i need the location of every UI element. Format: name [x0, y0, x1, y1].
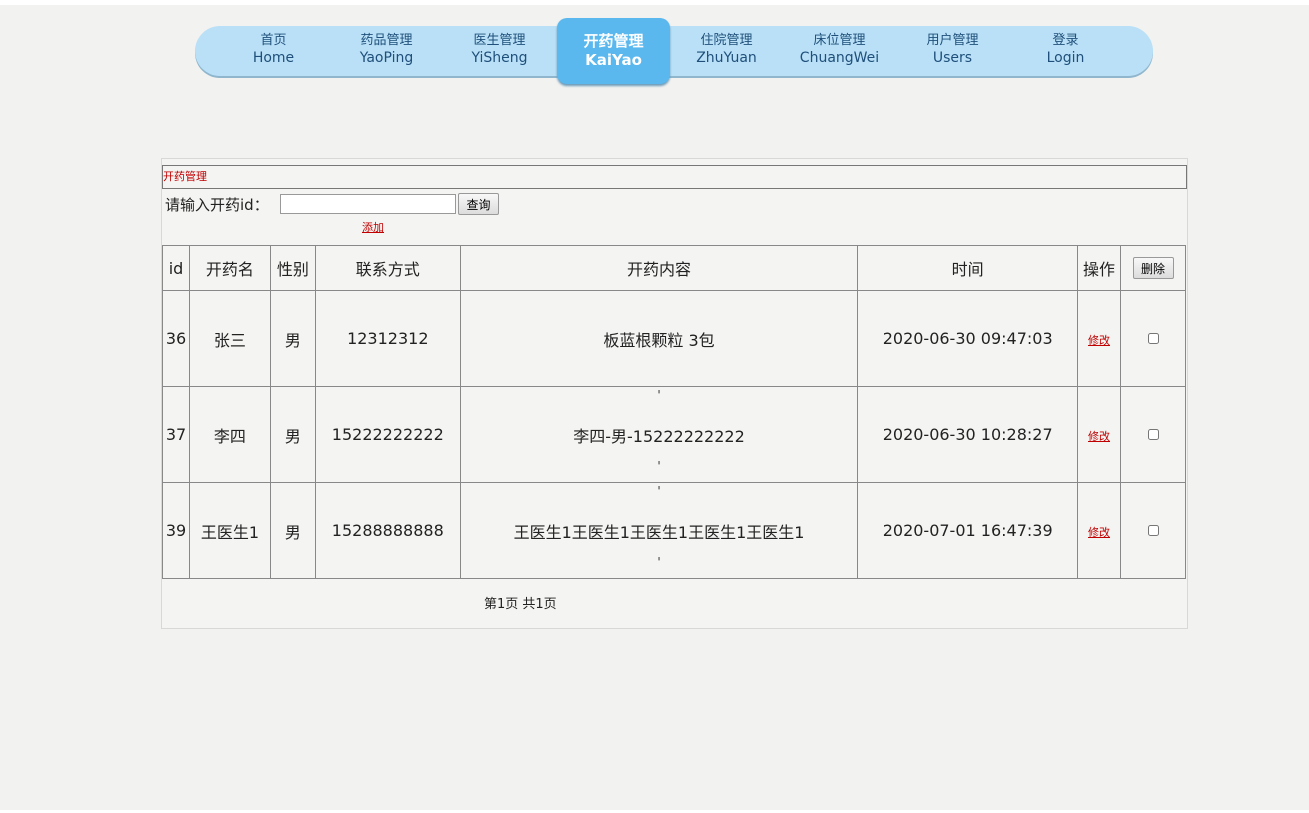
- header-phone: 联系方式: [314, 245, 461, 291]
- cell-select: [1120, 482, 1186, 579]
- cell-select: [1120, 290, 1186, 387]
- prescription-table: id 开药名 性别 联系方式 开药内容 时间 操作 删除 36 张三 男 123…: [162, 245, 1186, 579]
- nav-label-cn: 医生管理: [473, 33, 526, 48]
- header-delete: 删除: [1120, 245, 1186, 291]
- top-strip: [0, 0, 1309, 5]
- nav-item-zhuyuan[interactable]: 住院管理 ZhuYuan: [670, 26, 783, 76]
- cell-action: 修改: [1077, 290, 1121, 387]
- cell-gender: 男: [269, 290, 316, 387]
- cell-content: ' 王医生1王医生1王医生1王医生1王医生1 ': [459, 482, 859, 579]
- cell-time: 2020-06-30 10:28:27: [857, 386, 1079, 483]
- nav-label-en: Login: [1046, 50, 1085, 66]
- cell-time: 2020-06-30 09:47:03: [857, 290, 1079, 387]
- edit-link[interactable]: 修改: [1088, 430, 1110, 443]
- add-link[interactable]: 添加: [362, 219, 384, 235]
- nav-label-cn: 药品管理: [360, 33, 413, 48]
- table-header-row: id 开药名 性别 联系方式 开药内容 时间 操作 删除: [162, 245, 1186, 291]
- nav-label-en: YaoPing: [359, 50, 414, 66]
- edit-link[interactable]: 修改: [1088, 334, 1110, 347]
- nav-item-yaoping[interactable]: 药品管理 YaoPing: [330, 26, 443, 76]
- nav-label-en: YiSheng: [471, 50, 528, 66]
- cell-id: 36: [162, 290, 190, 387]
- cell-content: ' 李四-男-15222222222 ': [459, 386, 859, 483]
- cell-gender: 男: [269, 386, 316, 483]
- nav-item-users[interactable]: 用户管理 Users: [896, 26, 1009, 76]
- prescription-panel: 开药管理 请输入开药id： 查询 添加 id 开药名 性别 联系方式 开药内容 …: [161, 158, 1188, 629]
- main-navigation: 首页 Home 药品管理 YaoPing 医生管理 YiSheng 开药管理 K…: [195, 18, 1153, 84]
- cell-content: 板蓝根颗粒 3包: [459, 290, 859, 387]
- quote-mark-top: ': [657, 484, 661, 498]
- cell-name: 王医生1: [188, 482, 271, 579]
- header-time: 时间: [857, 245, 1079, 291]
- nav-item-home[interactable]: 首页 Home: [217, 26, 330, 76]
- cell-name: 李四: [188, 386, 271, 483]
- table-row: 37 李四 男 15222222222 ' 李四-男-15222222222 '…: [162, 386, 1186, 483]
- nav-label-cn: 住院管理: [700, 33, 753, 48]
- edit-link[interactable]: 修改: [1088, 526, 1110, 539]
- nav-label-en: ChuangWei: [799, 50, 880, 66]
- cell-content-text: 李四-男-15222222222: [573, 426, 745, 446]
- quote-mark-top: ': [657, 388, 661, 402]
- cell-name: 张三: [188, 290, 271, 387]
- pagination-info: 第1页 共1页: [484, 597, 557, 612]
- cell-id: 39: [162, 482, 190, 579]
- header-gender: 性别: [269, 245, 316, 291]
- cell-phone: 12312312: [314, 290, 461, 387]
- quote-mark-bottom: ': [657, 459, 661, 473]
- panel-title: 开药管理: [162, 165, 1187, 189]
- header-id: id: [162, 245, 190, 291]
- query-button[interactable]: 查询: [458, 193, 499, 215]
- row-select-checkbox[interactable]: [1147, 429, 1159, 440]
- table-row: 36 张三 男 12312312 板蓝根颗粒 3包 2020-06-30 09:…: [162, 290, 1186, 387]
- nav-label-cn: 首页: [260, 33, 287, 48]
- cell-gender: 男: [269, 482, 316, 579]
- quote-mark-bottom: ': [657, 555, 661, 569]
- nav-label-en: ZhuYuan: [696, 50, 757, 66]
- nav-label-cn: 开药管理: [583, 32, 644, 50]
- nav-label-en: Home: [252, 50, 295, 66]
- nav-label-cn: 登录: [1052, 33, 1079, 48]
- header-action: 操作: [1077, 245, 1121, 291]
- nav-item-login[interactable]: 登录 Login: [1009, 26, 1122, 76]
- row-select-checkbox[interactable]: [1147, 525, 1159, 536]
- search-input[interactable]: [280, 194, 456, 214]
- nav-item-kaiyao[interactable]: 开药管理 KaiYao: [557, 18, 670, 84]
- nav-item-chuangwei[interactable]: 床位管理 ChuangWei: [783, 26, 896, 76]
- table-row: 39 王医生1 男 15288888888 ' 王医生1王医生1王医生1王医生1…: [162, 482, 1186, 579]
- nav-item-yisheng[interactable]: 医生管理 YiSheng: [443, 26, 556, 76]
- delete-button[interactable]: 删除: [1132, 257, 1174, 279]
- header-content: 开药内容: [459, 245, 859, 291]
- row-select-checkbox[interactable]: [1147, 333, 1159, 344]
- nav-label-cn: 床位管理: [813, 33, 866, 48]
- cell-id: 37: [162, 386, 190, 483]
- cell-action: 修改: [1077, 482, 1121, 579]
- cell-action: 修改: [1077, 386, 1121, 483]
- nav-label-en: Users: [932, 50, 973, 66]
- header-name: 开药名: [188, 245, 271, 291]
- nav-label-cn: 用户管理: [926, 33, 979, 48]
- cell-phone: 15288888888: [314, 482, 461, 579]
- cell-content-text: 王医生1王医生1王医生1王医生1王医生1: [513, 522, 805, 542]
- search-label: 请输入开药id：: [165, 196, 269, 214]
- cell-time: 2020-07-01 16:47:39: [857, 482, 1079, 579]
- cell-phone: 15222222222: [314, 386, 461, 483]
- nav-label-en: KaiYao: [585, 51, 642, 69]
- cell-select: [1120, 386, 1186, 483]
